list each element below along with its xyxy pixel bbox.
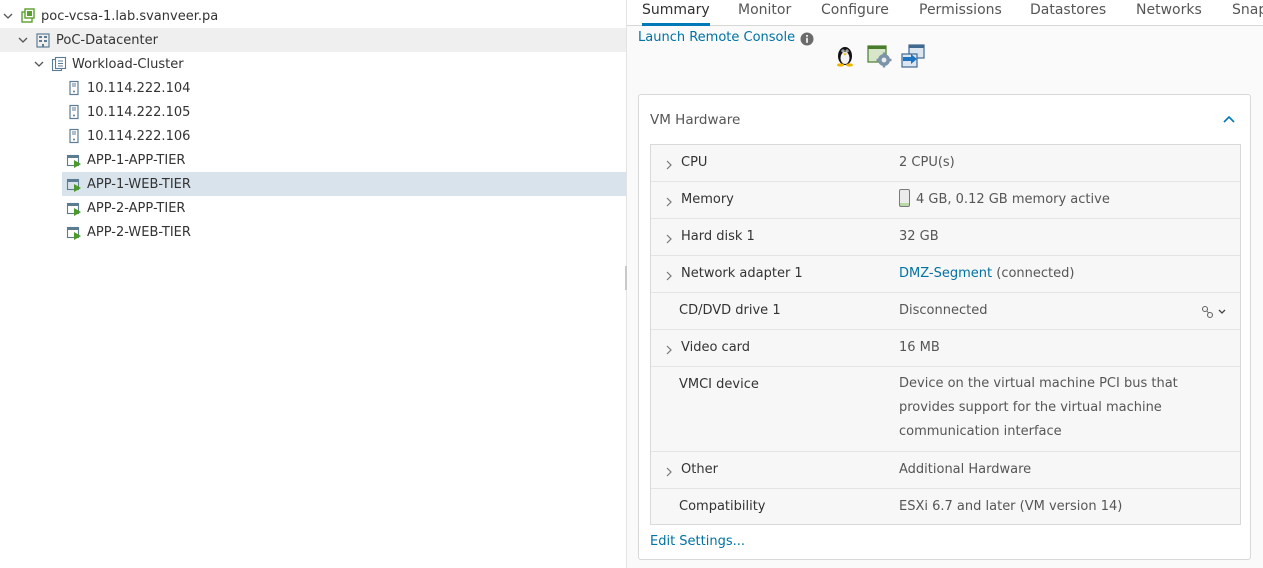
info-icon[interactable] [800, 32, 814, 46]
tree-item-datacenter[interactable]: PoC-Datacenter [0, 28, 626, 52]
row-value: 16 MB [899, 340, 940, 355]
tree-item-label: 10.114.222.105 [87, 104, 191, 120]
tree-item-cluster[interactable]: Workload-Cluster [0, 52, 626, 76]
chevron-right-icon[interactable] [665, 159, 673, 170]
migrate-icon [900, 43, 926, 69]
tree-item-vcenter[interactable]: poc-vcsa-1.lab.svanveer.pa [0, 4, 626, 28]
row-value: Additional Hardware [899, 462, 1032, 477]
chevron-up-icon[interactable] [1222, 113, 1236, 123]
row-value: 4 GB, 0.12 GB memory active [916, 192, 1110, 207]
chevron-down-icon[interactable] [33, 58, 45, 70]
hardware-row-cpu[interactable]: CPU 2 CPU(s) [651, 145, 1240, 182]
memory-usage-icon [899, 189, 910, 207]
connection-status: (connected) [996, 266, 1075, 281]
tab-datastores[interactable]: Datastores [1030, 2, 1106, 26]
row-value-container: DMZ-Segment (connected) [899, 266, 1074, 281]
hardware-row-hard-disk[interactable]: Hard disk 1 32 GB [651, 219, 1240, 256]
vmware-tools-icon [867, 43, 893, 69]
tree-item-label: PoC-Datacenter [56, 32, 158, 48]
hardware-row-cd-dvd[interactable]: CD/DVD drive 1 Disconnected [651, 293, 1240, 330]
row-value-container: 4 GB, 0.12 GB memory active [899, 189, 1110, 207]
tree-item-vm-selected[interactable]: APP-1-WEB-TIER [62, 172, 626, 196]
cluster-icon [51, 56, 67, 72]
launch-remote-console-link[interactable]: Launch Remote Console [638, 30, 795, 45]
row-label: Compatibility [679, 499, 766, 514]
tree-item-label: Workload-Cluster [72, 56, 184, 72]
row-label: VMCI device [679, 377, 759, 392]
row-label: Network adapter 1 [681, 266, 803, 281]
tree-item-host[interactable]: 10.114.222.105 [0, 100, 626, 124]
chevron-right-icon[interactable] [665, 196, 673, 207]
network-segment-link[interactable]: DMZ-Segment [899, 266, 992, 281]
hardware-row-other[interactable]: Other Additional Hardware [651, 452, 1240, 489]
tab-monitor[interactable]: Monitor [738, 2, 791, 26]
chevron-right-icon[interactable] [665, 466, 673, 477]
tree-item-label: 10.114.222.106 [87, 128, 191, 144]
vm-powered-on-icon [66, 152, 82, 168]
chevron-down-icon[interactable] [17, 34, 29, 46]
tree-item-vm[interactable]: APP-1-APP-TIER [0, 148, 626, 172]
tab-permissions[interactable]: Permissions [919, 2, 1002, 26]
inventory-tree: poc-vcsa-1.lab.svanveer.pa PoC-Datacente… [0, 0, 626, 568]
row-value: Device on the virtual machine PCI bus th… [899, 376, 1178, 439]
chevron-right-icon[interactable] [665, 344, 673, 355]
vcenter-icon [20, 8, 36, 24]
tree-item-label: APP-2-WEB-TIER [87, 224, 191, 240]
row-label: CD/DVD drive 1 [679, 303, 781, 318]
tree-item-host[interactable]: 10.114.222.104 [0, 76, 626, 100]
tree-item-vm[interactable]: APP-2-APP-TIER [0, 196, 626, 220]
tree-item-vm[interactable]: APP-2-WEB-TIER [0, 220, 626, 244]
vm-hardware-card: VM Hardware CPU 2 CPU(s) Memory 4 GB, 0.… [638, 94, 1251, 560]
hardware-table: CPU 2 CPU(s) Memory 4 GB, 0.12 GB memory… [650, 144, 1241, 525]
vm-summary-pane: Summary Monitor Configure Permissions Da… [627, 0, 1263, 568]
host-icon [66, 128, 82, 144]
vm-powered-on-icon [66, 224, 82, 240]
tab-networks[interactable]: Networks [1136, 2, 1202, 26]
vm-powered-on-icon [66, 200, 82, 216]
row-label: Other [681, 462, 718, 477]
tree-item-host[interactable]: 10.114.222.106 [0, 124, 626, 148]
tree-item-label: APP-1-APP-TIER [87, 152, 186, 168]
tree-item-label: APP-2-APP-TIER [87, 200, 186, 216]
tree-item-label: poc-vcsa-1.lab.svanveer.pa [41, 8, 219, 24]
hardware-row-vmci: VMCI device Device on the virtual machin… [651, 367, 1240, 452]
row-label: Memory [681, 192, 734, 207]
row-label: CPU [681, 155, 708, 170]
tab-configure[interactable]: Configure [821, 2, 889, 26]
vm-powered-on-icon [66, 176, 82, 192]
tab-bar: Summary Monitor Configure Permissions Da… [627, 0, 1263, 26]
row-value: Disconnected [899, 303, 988, 318]
chevron-right-icon[interactable] [665, 233, 673, 244]
datacenter-icon [35, 32, 51, 48]
tree-item-label: APP-1-WEB-TIER [87, 176, 191, 192]
tab-summary[interactable]: Summary [642, 2, 710, 26]
row-value: ESXi 6.7 and later (VM version 14) [899, 499, 1123, 514]
host-icon [66, 80, 82, 96]
edit-settings-link[interactable]: Edit Settings... [650, 534, 745, 549]
row-value: 32 GB [899, 229, 939, 244]
card-title: VM Hardware [650, 112, 741, 128]
chevron-right-icon[interactable] [665, 270, 673, 281]
row-value: 2 CPU(s) [899, 155, 955, 170]
hardware-row-compatibility: Compatibility ESXi 6.7 and later (VM ver… [651, 489, 1240, 524]
tab-snapshots[interactable]: Snap [1232, 2, 1263, 26]
cd-connect-dropdown[interactable] [1200, 305, 1226, 319]
row-label: Video card [681, 340, 751, 355]
hardware-row-memory[interactable]: Memory 4 GB, 0.12 GB memory active [651, 182, 1240, 219]
chevron-down-icon[interactable] [2, 10, 14, 22]
row-label: Hard disk 1 [681, 229, 755, 244]
host-icon [66, 104, 82, 120]
tree-item-label: 10.114.222.104 [87, 80, 191, 96]
linux-tux-icon [833, 43, 857, 67]
hardware-row-video-card[interactable]: Video card 16 MB [651, 330, 1240, 367]
hardware-row-network-adapter[interactable]: Network adapter 1 DMZ-Segment (connected… [651, 256, 1240, 293]
